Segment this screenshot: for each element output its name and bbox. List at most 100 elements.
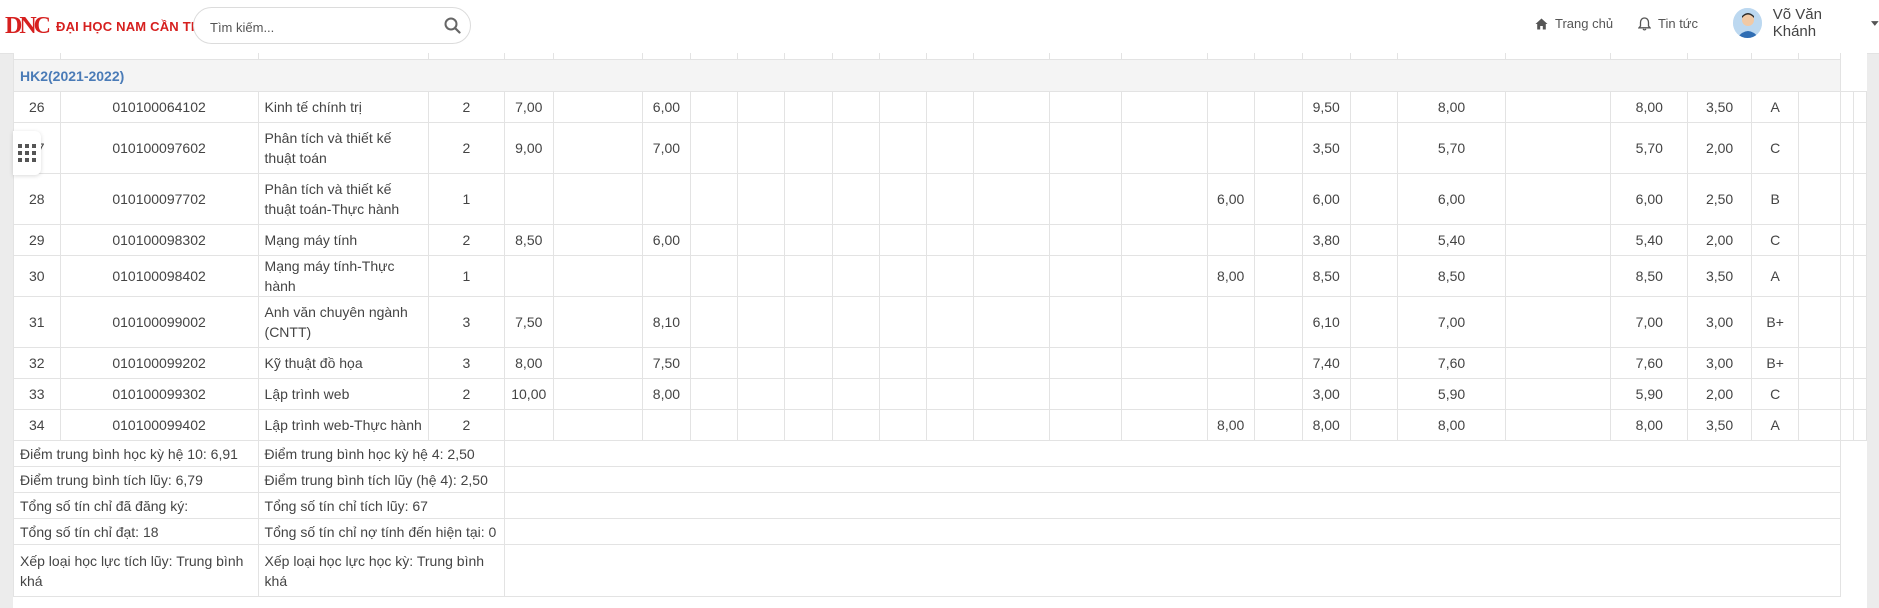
- final-score-10: 8,50: [1396, 255, 1507, 297]
- table-row: 33 010100099302 Lập trình web 2 10,00 8,00 3,0…: [13, 378, 1867, 410]
- empty-cell: [1121, 91, 1208, 123]
- empty-cell: [878, 378, 927, 410]
- empty-cell: [552, 91, 644, 123]
- summary-row: Tổng số tín chỉ đạt: 18 Tổng số tín chỉ n…: [13, 518, 1867, 545]
- row-index: 30: [13, 255, 61, 297]
- empty-cell: [878, 91, 927, 123]
- practice-score: [1206, 91, 1255, 123]
- empty-cell: [1349, 224, 1398, 256]
- empty-cell: [1798, 347, 1841, 379]
- practice-score: [1206, 347, 1255, 379]
- course-name: Kinh tế chính trị: [257, 91, 430, 123]
- empty-cell: [1840, 122, 1854, 174]
- empty-cell: [831, 224, 880, 256]
- empty-cell: [689, 378, 739, 410]
- empty-cell: [1048, 255, 1123, 297]
- empty-cell: [737, 409, 786, 441]
- final-score-10: 7,60: [1396, 347, 1507, 379]
- table-row: 26 010100064102 Kinh tế chính trị 2 7,00 6,00…: [13, 91, 1867, 123]
- empty-cell: [1798, 378, 1841, 410]
- row-index: 32: [13, 347, 61, 379]
- empty-cell: [878, 296, 927, 348]
- empty-cell: [1253, 173, 1303, 225]
- empty-cell: [1853, 347, 1867, 379]
- exam-score: 3,80: [1301, 224, 1351, 256]
- search-icon[interactable]: [444, 17, 461, 38]
- course-credits: 3: [428, 347, 505, 379]
- summary-empty: [503, 492, 1842, 519]
- exam-score: 9,50: [1301, 91, 1351, 123]
- avatar: [1733, 8, 1762, 38]
- empty-cell: [1505, 255, 1612, 297]
- empty-cell: [784, 347, 833, 379]
- home-icon: [1535, 18, 1548, 29]
- empty-cell: [1853, 173, 1867, 225]
- practice-score: 8,00: [1206, 409, 1255, 441]
- empty-cell: [1853, 296, 1867, 348]
- empty-cell: [1048, 409, 1123, 441]
- top-navbar: DNC ĐẠI HỌC NAM CẦN THƠ Trang chủ Tin tứ…: [0, 0, 1879, 54]
- empty-cell: [784, 409, 833, 441]
- course-name: Lập trình web-Thực hành: [257, 409, 430, 441]
- empty-cell: [1121, 224, 1208, 256]
- empty-cell: [1253, 91, 1303, 123]
- empty-cell: [925, 378, 975, 410]
- course-name: Mạng máy tính-Thực hành: [257, 255, 430, 297]
- grades-table: HK2(2021-2022) 26 010100064102 Kinh tế chí…: [13, 53, 1867, 597]
- empty-cell: [1349, 378, 1398, 410]
- empty-cell: [878, 122, 927, 174]
- final-score: 8,00: [1610, 91, 1689, 123]
- empty-cell: [784, 224, 833, 256]
- empty-cell: [878, 224, 927, 256]
- final-score-4: 3,50: [1687, 409, 1752, 441]
- search-box: [193, 7, 471, 44]
- nav-news-label: Tin tức: [1658, 16, 1699, 31]
- summary-row: Tổng số tín chỉ đã đăng ký: Tổng số tín c…: [13, 492, 1867, 519]
- score-cell: [503, 173, 554, 225]
- empty-cell: [831, 347, 880, 379]
- nav-home-link[interactable]: Trang chủ: [1535, 16, 1613, 31]
- empty-cell: [1505, 409, 1612, 441]
- empty-cell: [689, 347, 739, 379]
- empty-cell: [784, 255, 833, 297]
- empty-cell: [973, 224, 1050, 256]
- university-logo[interactable]: DNC ĐẠI HỌC NAM CẦN THƠ: [5, 12, 212, 40]
- empty-cell: [737, 255, 786, 297]
- empty-cell: [689, 296, 739, 348]
- final-score-10: 5,40: [1396, 224, 1507, 256]
- empty-cell: [1048, 224, 1123, 256]
- course-credits: 2: [428, 224, 505, 256]
- letter-grade: C: [1750, 122, 1800, 174]
- empty-cell: [1349, 91, 1398, 123]
- empty-cell: [973, 347, 1050, 379]
- empty-cell: [1853, 409, 1867, 441]
- final-score: 5,40: [1610, 224, 1689, 256]
- empty-cell: [831, 91, 880, 123]
- empty-cell: [1840, 173, 1854, 225]
- course-name: Mạng máy tính: [257, 224, 430, 256]
- exam-score: 8,00: [1301, 409, 1351, 441]
- score-cell: 7,50: [503, 296, 554, 348]
- empty-cell: [552, 409, 644, 441]
- empty-cell: [1840, 91, 1854, 123]
- exam-score: 6,10: [1301, 296, 1351, 348]
- letter-grade: B: [1750, 173, 1800, 225]
- practice-score: 8,00: [1206, 255, 1255, 297]
- empty-cell: [973, 122, 1050, 174]
- user-menu[interactable]: Võ Văn Khánh: [1733, 6, 1879, 40]
- final-score-10: 5,70: [1396, 122, 1507, 174]
- nav-news-link[interactable]: Tin tức: [1638, 16, 1698, 31]
- summary-empty: [503, 518, 1842, 545]
- practice-score: [1206, 122, 1255, 174]
- empty-cell: [831, 122, 880, 174]
- empty-cell: [737, 122, 786, 174]
- final-score-4: 2,00: [1687, 378, 1752, 410]
- search-input[interactable]: [208, 16, 432, 38]
- empty-cell: [1853, 224, 1867, 256]
- empty-cell: [1253, 378, 1303, 410]
- course-code: 010100098302: [59, 224, 259, 256]
- course-credits: 3: [428, 296, 505, 348]
- practice-score: 6,00: [1206, 173, 1255, 225]
- empty-cell: [689, 91, 739, 123]
- app-menu-button[interactable]: [13, 131, 41, 175]
